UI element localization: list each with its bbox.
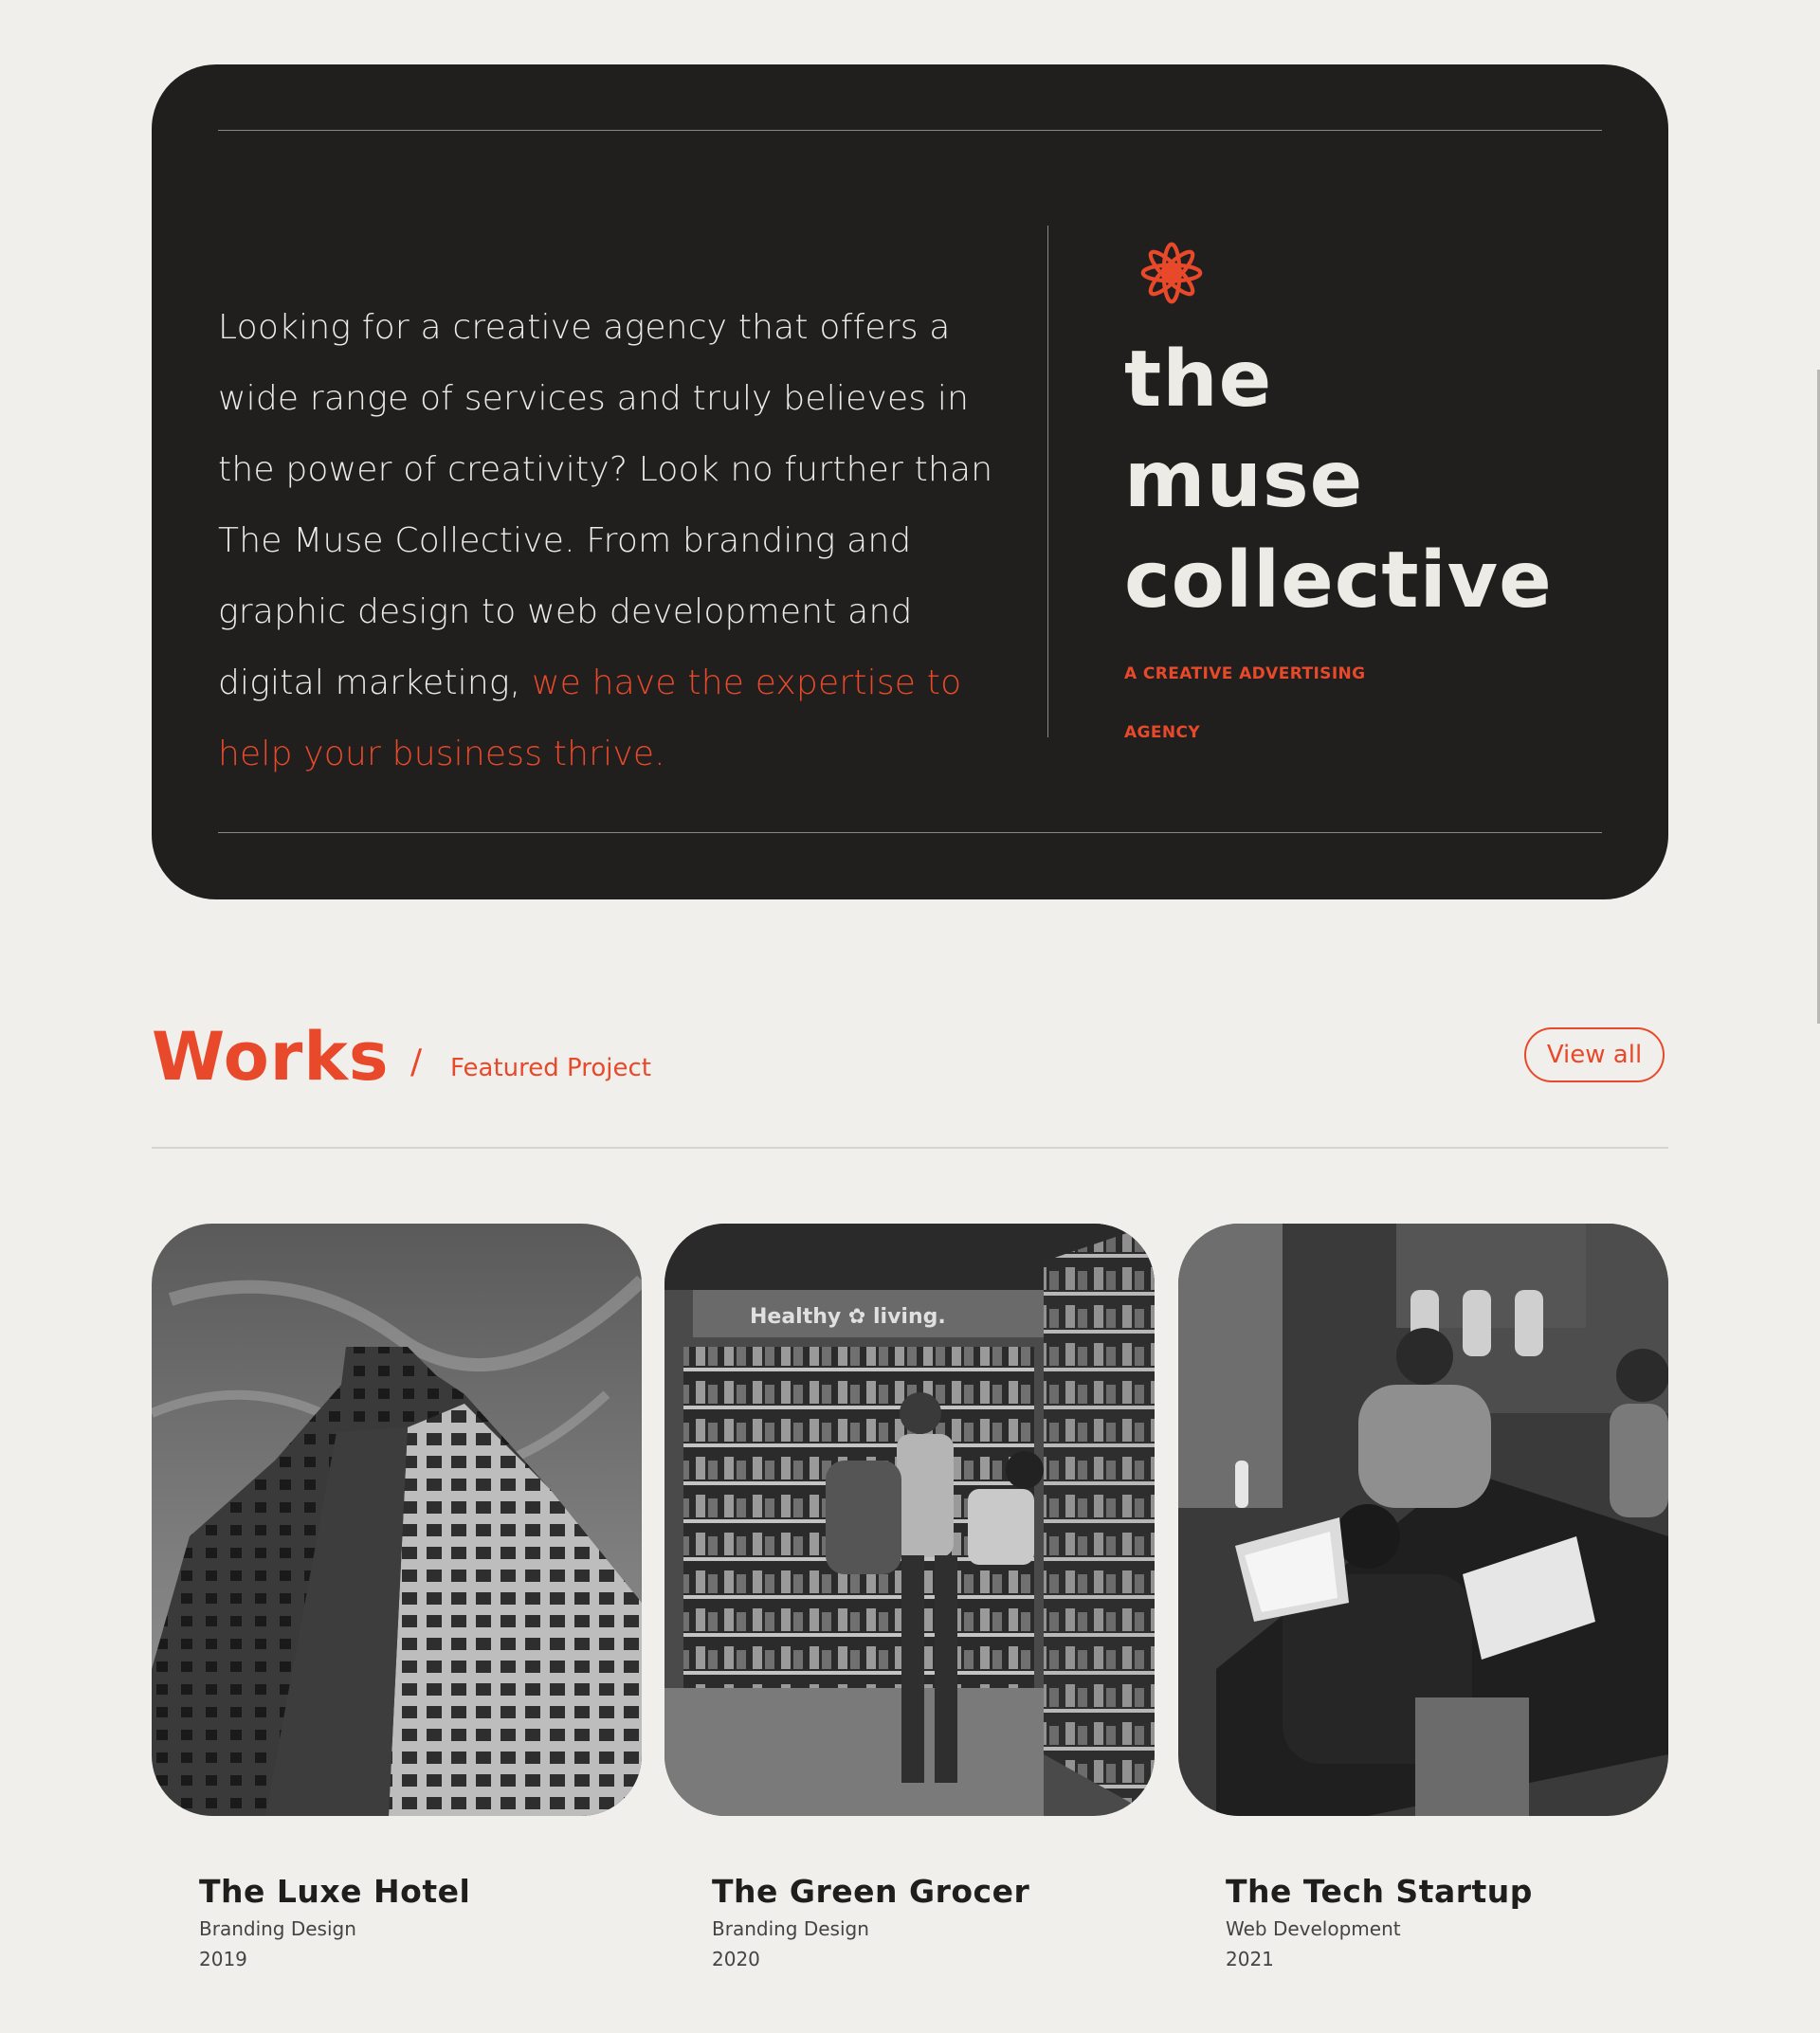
- team-working-photo[interactable]: [1178, 1224, 1668, 1816]
- project-title[interactable]: The Tech Startup: [1226, 1873, 1668, 1910]
- brand-block: the muse collective A CREATIVE ADVERTISI…: [1124, 233, 1617, 762]
- building-photo[interactable]: [152, 1224, 642, 1816]
- works-subheading: Featured Project: [450, 1054, 651, 1082]
- project-card-luxe-hotel[interactable]: The Luxe Hotel Branding Design 2019: [152, 1224, 642, 1970]
- grocery-store-photo[interactable]: Healthy ✿ living.: [664, 1224, 1155, 1816]
- hero-description: Looking for a creative agency that offer…: [218, 292, 995, 790]
- brand-name-line-1: the: [1124, 335, 1273, 425]
- project-meta: The Luxe Hotel Branding Design 2019: [152, 1873, 642, 1970]
- vertical-divider: [1047, 226, 1048, 737]
- project-meta: The Tech Startup Web Development 2021: [1178, 1873, 1668, 1970]
- project-title[interactable]: The Green Grocer: [712, 1873, 1155, 1910]
- divider-top: [218, 130, 1602, 131]
- brand-name-line-2: muse: [1124, 435, 1364, 525]
- works-divider: [152, 1147, 1668, 1149]
- hero-description-main: Looking for a creative agency that offer…: [218, 308, 993, 702]
- project-category: Branding Design: [199, 1917, 356, 1940]
- flower-logo-icon: [1140, 242, 1203, 304]
- brand-name: the muse collective: [1124, 330, 1617, 631]
- hero-card: Looking for a creative agency that offer…: [152, 64, 1668, 899]
- project-category: Branding Design: [712, 1917, 869, 1940]
- project-card-green-grocer[interactable]: Healthy ✿ living. The Green Grocer Brand…: [664, 1224, 1155, 1970]
- brand-name-line-3: collective: [1124, 535, 1553, 626]
- svg-text:Healthy ✿ living.: Healthy ✿ living.: [750, 1305, 946, 1329]
- project-card-tech-startup[interactable]: The Tech Startup Web Development 2021: [1178, 1224, 1668, 1970]
- project-year: 2019: [199, 1948, 247, 1970]
- view-all-button[interactable]: View all: [1524, 1027, 1665, 1082]
- divider-bottom: [218, 832, 1602, 833]
- project-title[interactable]: The Luxe Hotel: [199, 1873, 642, 1910]
- works-heading: Works: [152, 1018, 390, 1096]
- project-year: 2020: [712, 1948, 760, 1970]
- project-category: Web Development: [1226, 1917, 1401, 1940]
- heading-separator: /: [410, 1043, 423, 1081]
- project-meta: The Green Grocer Branding Design 2020: [664, 1873, 1155, 1970]
- project-year: 2021: [1226, 1948, 1274, 1970]
- brand-tagline: A CREATIVE ADVERTISING AGENCY: [1124, 664, 1366, 742]
